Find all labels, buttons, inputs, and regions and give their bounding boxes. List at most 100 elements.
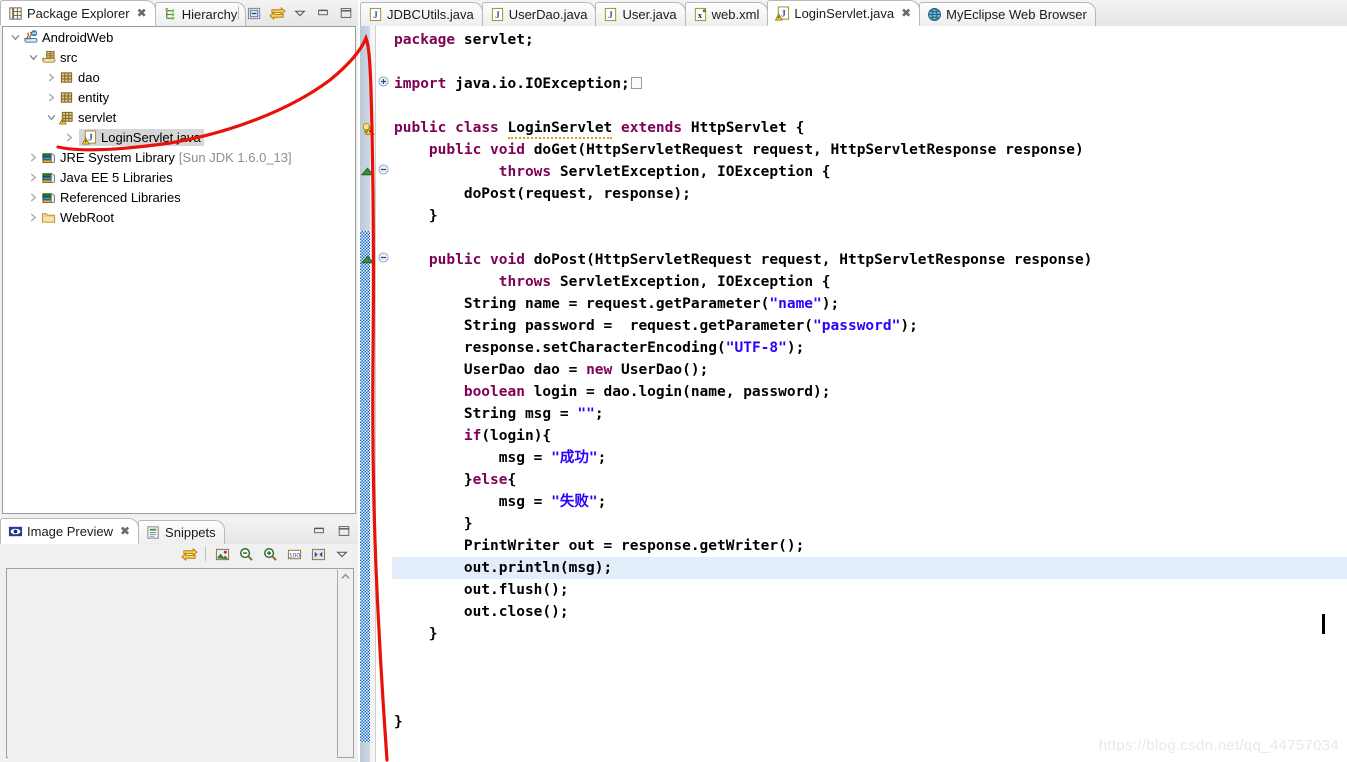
view-menu-button[interactable] bbox=[332, 544, 352, 564]
code-line[interactable]: UserDao dao = new UserDao(); bbox=[392, 359, 1347, 381]
code-line[interactable]: ​ bbox=[392, 51, 1347, 73]
maximize-button[interactable] bbox=[336, 3, 356, 23]
code-line[interactable]: if(login){ bbox=[392, 425, 1347, 447]
code-line[interactable]: ​ bbox=[392, 689, 1347, 711]
minimize-button[interactable] bbox=[309, 521, 329, 541]
editor-annotation-ruler[interactable] bbox=[360, 26, 376, 762]
code-line[interactable]: String password = request.getParameter("… bbox=[392, 315, 1347, 337]
chevron-right-icon[interactable] bbox=[43, 89, 59, 105]
image-preview-toolbar: 100 bbox=[0, 542, 358, 566]
fit-to-window-button[interactable] bbox=[308, 544, 328, 564]
link-with-editor-button[interactable] bbox=[267, 3, 287, 23]
tree-item-entity[interactable]: entity bbox=[3, 87, 355, 107]
zoom-in-button[interactable] bbox=[260, 544, 280, 564]
editor-tab-loginservlet-java[interactable]: JLoginServlet.java✖ bbox=[767, 0, 920, 26]
minimize-button[interactable] bbox=[313, 3, 333, 23]
code-line[interactable]: ​ bbox=[392, 95, 1347, 117]
editor-folding-ruler[interactable] bbox=[377, 26, 391, 762]
code-line[interactable]: ​ bbox=[392, 667, 1347, 689]
code-line[interactable]: out.close(); bbox=[392, 601, 1347, 623]
code-line[interactable]: throws ServletException, IOException { bbox=[392, 271, 1347, 293]
fold-collapse-icon[interactable] bbox=[378, 252, 389, 263]
close-icon[interactable]: ✖ bbox=[901, 6, 911, 20]
code-text: (login){ bbox=[481, 428, 551, 444]
code-line[interactable]: } bbox=[392, 513, 1347, 535]
code-text-area[interactable]: package servlet;​import java.io.IOExcept… bbox=[392, 26, 1347, 762]
tree-item-dao[interactable]: dao bbox=[3, 67, 355, 87]
code-line[interactable]: msg = "成功"; bbox=[392, 447, 1347, 469]
code-line[interactable]: response.setCharacterEncoding("UTF-8"); bbox=[392, 337, 1347, 359]
code-line[interactable]: String name = request.getParameter("name… bbox=[392, 293, 1347, 315]
code-line[interactable]: throws ServletException, IOException { bbox=[392, 161, 1347, 183]
code-line[interactable]: out.flush(); bbox=[392, 579, 1347, 601]
code-line[interactable]: PrintWriter out = response.getWriter(); bbox=[392, 535, 1347, 557]
maximize-button[interactable] bbox=[334, 521, 354, 541]
code-line[interactable]: String msg = ""; bbox=[392, 403, 1347, 425]
code-line[interactable]: }else{ bbox=[392, 469, 1347, 491]
package-explorer-tree[interactable]: AndroidWeb srcdaoentityservlet JLoginServl… bbox=[2, 26, 356, 514]
code-line[interactable]: package servlet; bbox=[392, 29, 1347, 51]
code-line[interactable]: msg = "失败"; bbox=[392, 491, 1347, 513]
tree-item-androidweb[interactable]: AndroidWeb bbox=[3, 27, 355, 47]
collapsed-import-box[interactable] bbox=[631, 77, 642, 89]
code-line[interactable]: } bbox=[392, 205, 1347, 227]
image-icon-button[interactable] bbox=[212, 544, 232, 564]
image-preview-icon bbox=[8, 524, 23, 539]
tree-item-referenced-libraries[interactable]: Referenced Libraries bbox=[3, 187, 355, 207]
tree-item-webroot[interactable]: WebRoot bbox=[3, 207, 355, 227]
close-icon[interactable]: ✖ bbox=[137, 6, 147, 20]
tree-item-jre-system-library[interactable]: JRE System Library[Sun JDK 1.6.0_13] bbox=[3, 147, 355, 167]
chevron-right-icon[interactable] bbox=[61, 129, 77, 145]
editor-tab-web-xml[interactable]: xweb.xml bbox=[685, 2, 769, 26]
warning-bulb-icon[interactable] bbox=[361, 122, 375, 136]
chevron-down-icon[interactable] bbox=[43, 109, 59, 125]
view-tab-hierarchy[interactable]: Hierarchy bbox=[155, 2, 247, 26]
tree-item-loginservlet-java[interactable]: JLoginServlet.java bbox=[3, 127, 355, 147]
view-tab-image-preview[interactable]: Image Preview ✖ bbox=[0, 518, 139, 544]
fold-collapse-icon[interactable] bbox=[378, 164, 389, 175]
chevron-down-icon[interactable] bbox=[7, 29, 23, 45]
override-triangle-icon[interactable] bbox=[361, 254, 374, 265]
tree-item-servlet[interactable]: servlet bbox=[3, 107, 355, 127]
tree-item-src[interactable]: src bbox=[3, 47, 355, 67]
collapse-all-button[interactable] bbox=[244, 3, 264, 23]
zoom-out-button[interactable] bbox=[236, 544, 256, 564]
chevron-right-icon[interactable] bbox=[25, 149, 41, 165]
view-menu-button[interactable] bbox=[290, 3, 310, 23]
image-preview-vscrollbar[interactable] bbox=[338, 569, 353, 757]
code-line[interactable]: } bbox=[392, 711, 1347, 733]
code-line[interactable]: } bbox=[392, 623, 1347, 645]
chevron-down-icon[interactable] bbox=[25, 49, 41, 65]
close-icon[interactable]: ✖ bbox=[120, 524, 130, 538]
code-line[interactable]: public class LoginServlet extends HttpSe… bbox=[392, 117, 1347, 139]
selected-highlight: JLoginServlet.java bbox=[79, 129, 204, 146]
code-line[interactable]: ​ bbox=[392, 227, 1347, 249]
editor-tab-jdbcutils-java[interactable]: JJDBCUtils.java bbox=[360, 2, 483, 26]
link-with-editor-button[interactable] bbox=[179, 544, 199, 564]
editor-tab-userdao-java[interactable]: JUserDao.java bbox=[482, 2, 597, 26]
chevron-right-icon[interactable] bbox=[25, 189, 41, 205]
chevron-right-icon[interactable] bbox=[25, 209, 41, 225]
code-line[interactable]: import java.io.IOException; bbox=[392, 73, 1347, 95]
fold-expand-icon[interactable] bbox=[378, 76, 389, 87]
code-line[interactable]: public void doGet(HttpServletRequest req… bbox=[392, 139, 1347, 161]
tree-item-java-ee-5-libraries[interactable]: Java EE 5 Libraries bbox=[3, 167, 355, 187]
editor-tab-user-java[interactable]: JUser.java bbox=[595, 2, 685, 26]
override-triangle-icon[interactable] bbox=[361, 166, 374, 177]
code-line[interactable]: doPost(request, response); bbox=[392, 183, 1347, 205]
editor-tab-myeclipse-web-browser[interactable]: MyEclipse Web Browser bbox=[919, 2, 1096, 26]
tree-item-content: AndroidWeb bbox=[23, 30, 113, 45]
code-line[interactable]: public void doPost(HttpServletRequest re… bbox=[392, 249, 1347, 271]
chevron-right-icon[interactable] bbox=[25, 169, 41, 185]
image-preview-canvas[interactable] bbox=[8, 570, 338, 758]
view-tab-snippets[interactable]: Snippets bbox=[138, 520, 225, 544]
code-line[interactable]: boolean login = dao.login(name, password… bbox=[392, 381, 1347, 403]
editor-tab-label: LoginServlet.java bbox=[794, 6, 894, 21]
code-editor[interactable]: package servlet;​import java.io.IOExcept… bbox=[360, 26, 1347, 762]
view-tab-package-explorer[interactable]: Package Explorer ✖ bbox=[0, 0, 156, 26]
code-line[interactable]: ​ bbox=[392, 645, 1347, 667]
zoom-100-button[interactable]: 100 bbox=[284, 544, 304, 564]
code-line-current[interactable]: out.println(msg); bbox=[392, 557, 1347, 579]
chevron-right-icon[interactable] bbox=[43, 69, 59, 85]
code-text: } bbox=[464, 472, 473, 488]
